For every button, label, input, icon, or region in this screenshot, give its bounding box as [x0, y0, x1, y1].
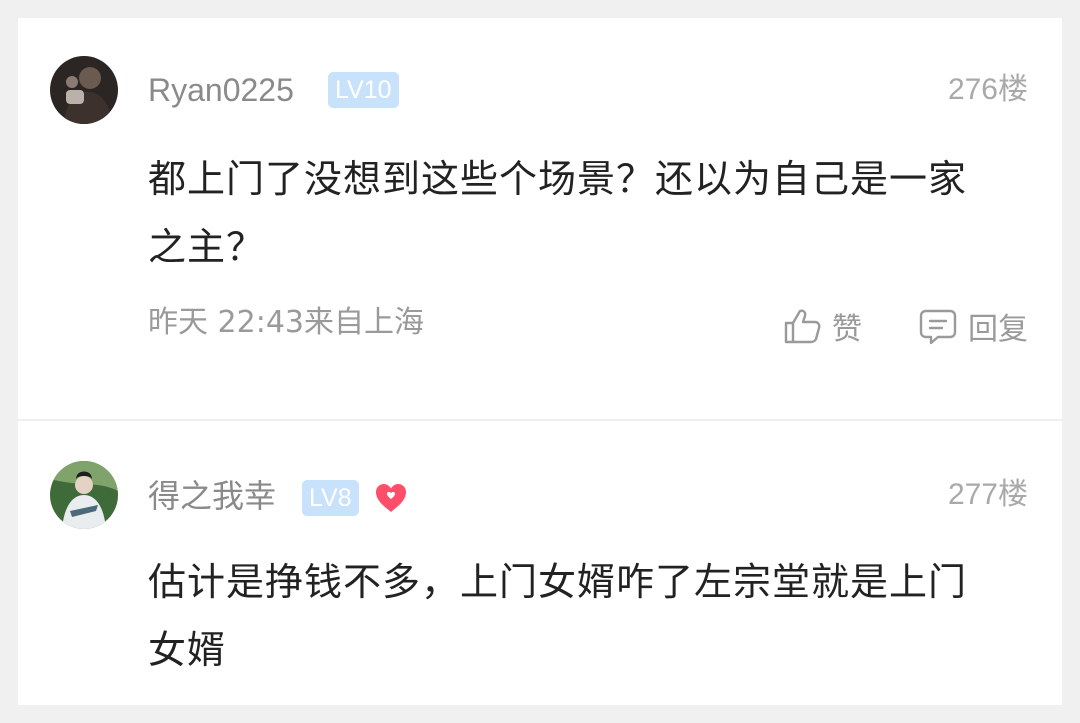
comment-item: 得之我幸 LV8 277楼 估计是挣钱不多，上门女婿咋了左宗堂就是上门女婿 — [18, 421, 1062, 705]
level-badge: LV8 — [302, 480, 359, 516]
reply-button[interactable]: 回复 — [918, 304, 1028, 348]
heart-icon — [376, 484, 406, 512]
comment-item: Ryan0225 LV10 276楼 都上门了没想到这些个场景？还以为自己是一家… — [18, 18, 1062, 419]
username[interactable]: 得之我幸 — [148, 480, 276, 512]
comment-meta: 昨天 22:43来自上海 — [148, 305, 424, 340]
comment-text: 估计是挣钱不多，上门女婿咋了左宗堂就是上门女婿 — [148, 560, 968, 672]
like-button[interactable]: 赞 — [782, 304, 862, 348]
reply-label: 回复 — [968, 312, 1028, 347]
level-badge: LV10 — [328, 72, 399, 108]
comment-text: 都上门了没想到这些个场景？还以为自己是一家之主？ — [148, 157, 968, 269]
avatar[interactable] — [50, 56, 118, 124]
floor-number: 276楼 — [947, 73, 1028, 106]
avatar[interactable] — [50, 461, 118, 529]
comment-list: Ryan0225 LV10 276楼 都上门了没想到这些个场景？还以为自己是一家… — [18, 18, 1062, 705]
comment-bubble-icon — [919, 309, 957, 345]
avatar-image — [50, 461, 118, 529]
thumbs-up-icon — [784, 309, 821, 344]
floor-number: 277楼 — [947, 478, 1028, 511]
avatar-image — [50, 56, 118, 124]
username[interactable]: Ryan0225 — [148, 74, 294, 106]
comment-actions: 赞 回复 — [782, 304, 1028, 348]
like-label: 赞 — [832, 312, 862, 347]
